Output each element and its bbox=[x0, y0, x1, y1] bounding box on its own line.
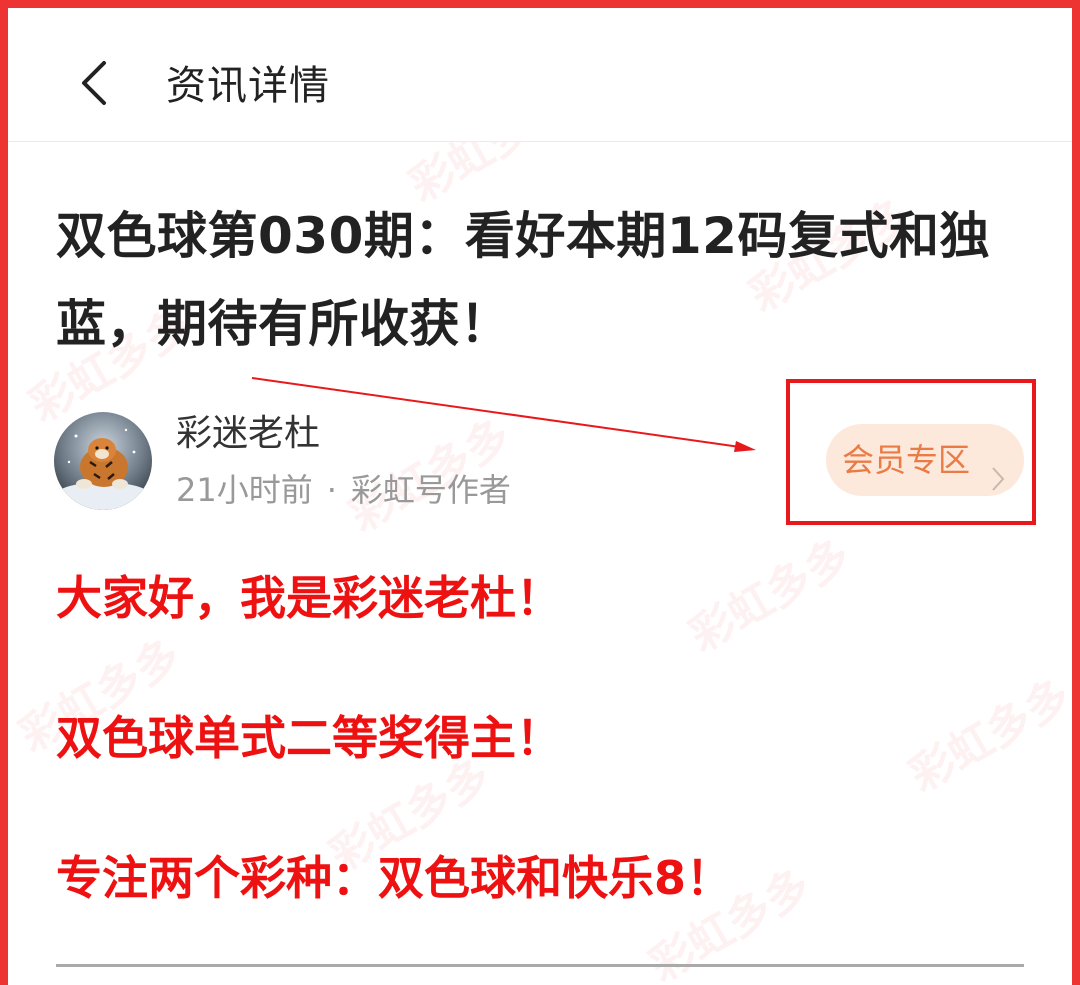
avatar[interactable] bbox=[54, 412, 152, 510]
author-role: 彩虹号作者 bbox=[350, 471, 511, 509]
chevron-left-icon bbox=[60, 48, 130, 118]
body-paragraph: 专注两个彩种：双色球和快乐8！ bbox=[56, 851, 733, 905]
watermark: 彩虹多多 bbox=[681, 529, 860, 662]
watermark: 彩虹多多 bbox=[901, 669, 1080, 802]
body-paragraph: 双色球单式二等奖得主！ bbox=[56, 711, 562, 765]
back-button[interactable] bbox=[60, 48, 130, 118]
page-title: 资讯详情 bbox=[166, 63, 330, 109]
top-nav-bar: 资讯详情 bbox=[8, 8, 1072, 142]
annotation-highlight-box bbox=[786, 379, 1036, 525]
divider bbox=[56, 964, 1024, 967]
page: 彩虹多多 彩虹多多 彩虹多多 彩虹多多 彩虹多多 彩虹多多 彩虹多多 彩虹多多 … bbox=[0, 0, 1080, 985]
post-time: 21小时前 bbox=[176, 471, 313, 509]
meta-separator: · bbox=[326, 471, 337, 509]
author-meta: 21小时前 · 彩虹号作者 bbox=[176, 470, 511, 510]
body-paragraph: 大家好，我是彩迷老杜！ bbox=[56, 571, 562, 625]
author-name[interactable]: 彩迷老杜 bbox=[176, 412, 320, 456]
tiger-avatar-image bbox=[54, 412, 152, 510]
article-title: 双色球第030期：看好本期12码复式和独蓝，期待有所收获！ bbox=[56, 207, 990, 353]
